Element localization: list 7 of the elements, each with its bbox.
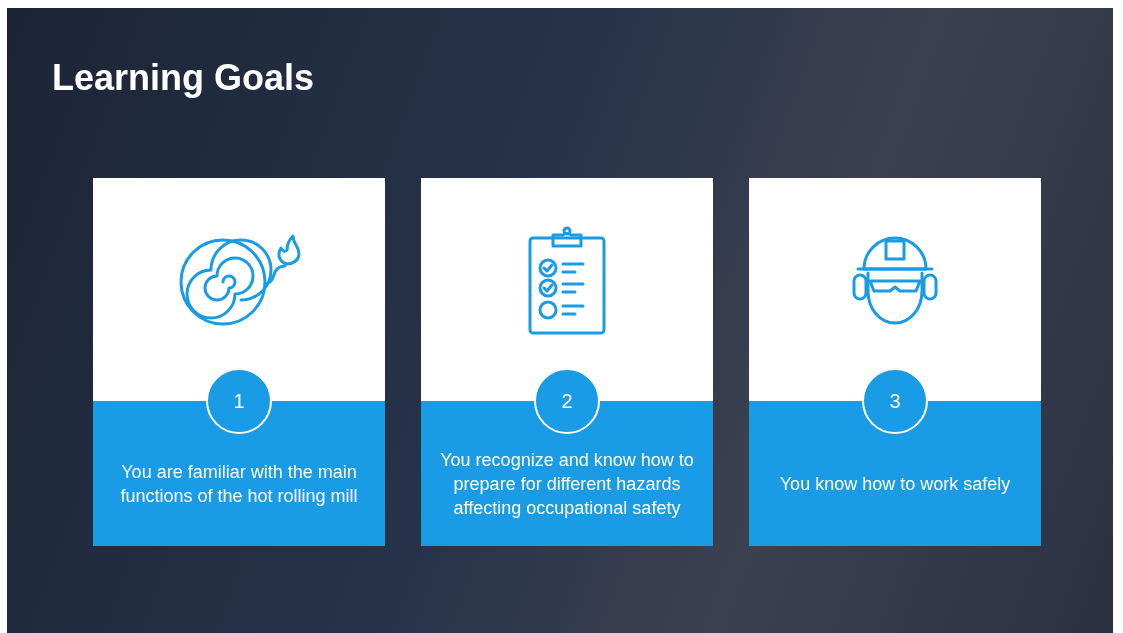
goal-description: You are familiar with the main functions of the hot rolling mill	[119, 461, 359, 508]
slide-title: Learning Goals	[52, 60, 315, 96]
goal-number: 2	[534, 368, 600, 434]
goal-number: 3	[862, 368, 928, 434]
goal-description: You know how to work safely	[779, 473, 1011, 496]
goal-number: 1	[206, 368, 272, 434]
goal-description: You recognize and know how to prepare for different hazards affecting occupational safety	[439, 449, 695, 520]
